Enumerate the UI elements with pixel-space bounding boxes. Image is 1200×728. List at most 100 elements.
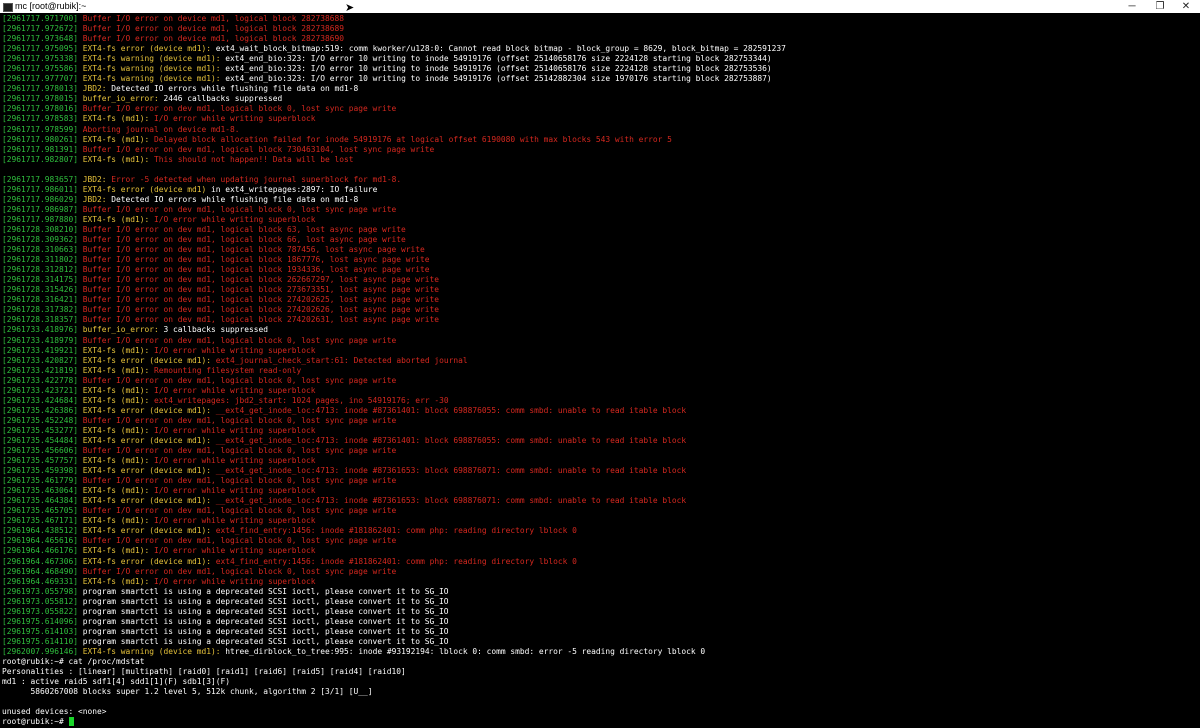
log-message-segment: program smartctl is using a deprecated S… (78, 586, 449, 596)
terminal-line: [2961717.972672] Buffer I/O error on dev… (2, 24, 1192, 34)
terminal-line: [2961728.316421] Buffer I/O error on dev… (2, 295, 1192, 305)
terminal-line: [2961733.418979] Buffer I/O error on dev… (2, 336, 1192, 346)
log-message-segment: buffer_io_error: (78, 94, 164, 104)
log-message-segment: I/O error while writing superblock (154, 576, 316, 586)
terminal-line: [2961717.978599] Aborting journal on dev… (2, 125, 1192, 135)
log-timestamp: [2961735.454484] (2, 435, 79, 445)
log-timestamp: [2961717.982807] (2, 154, 79, 164)
log-message-segment: I/O error while writing superblock (154, 214, 316, 224)
log-timestamp: [2962007.996146] (2, 646, 79, 656)
shell-prompt: root@rubik:~# (2, 717, 69, 727)
log-message-segment: ext4_end_bio:323: I/O error 10 writing t… (225, 64, 772, 74)
log-message-segment: JBD2: (78, 194, 112, 204)
log-message-segment: Buffer I/O error on dev md1, logical blo… (78, 235, 406, 245)
log-message-segment: I/O error while writing superblock (154, 516, 316, 526)
log-timestamp: [2961973.055798] (2, 586, 79, 596)
log-message-segment: Buffer I/O error on dev md1, logical blo… (78, 285, 440, 295)
log-timestamp: [2961717.977707] (2, 74, 79, 84)
log-message-segment: 5860267008 blocks super 1.2 level 5, 512… (2, 687, 373, 697)
terminal-line: [2961717.978013] JBD2: Detected IO error… (2, 84, 1192, 94)
terminal-line: [2961733.419921] EXT4-fs (md1): I/O erro… (2, 346, 1192, 356)
log-timestamp: [2961964.468490] (2, 566, 79, 576)
log-message-segment: I/O error while writing superblock (154, 385, 316, 395)
log-message-segment: 2446 callbacks suppressed (163, 94, 283, 104)
log-message-segment: 3 callbacks suppressed (163, 325, 269, 335)
log-timestamp: [2961717.978015] (2, 94, 79, 104)
log-timestamp: [2961717.980261] (2, 134, 79, 144)
terminal-line: [2961717.978016] Buffer I/O error on dev… (2, 104, 1192, 114)
log-message-segment: Buffer I/O error on dev md1, logical blo… (78, 295, 440, 305)
log-message-segment: Buffer I/O error on dev md1, logical blo… (78, 536, 397, 546)
log-message-segment: I/O error while writing superblock (154, 425, 316, 435)
log-message-segment: Buffer I/O error on dev md1, logical blo… (78, 224, 406, 234)
log-message-segment: __ext4_get_inode_loc:4713: inode #873616… (215, 496, 687, 506)
log-message-segment: EXT4-fs error (device md1) (78, 184, 212, 194)
log-timestamp: [2961975.614110] (2, 636, 79, 646)
terminal-output[interactable]: [2961717.971700] Buffer I/O error on dev… (2, 14, 1192, 728)
log-message-segment: ext4_find_entry:1456: inode #181862401: … (215, 556, 577, 566)
log-message-segment: Detected IO errors while flushing file d… (111, 84, 359, 94)
log-timestamp: [2961964.469331] (2, 576, 79, 586)
terminal-line: [2961964.466176] EXT4-fs (md1): I/O erro… (2, 546, 1192, 556)
log-message-segment: Remounting filesystem read-only (154, 365, 302, 375)
log-message-segment: EXT4-fs error (device md1): (78, 44, 216, 54)
log-message-segment: EXT4-fs warning (device md1): (78, 74, 226, 84)
terminal-line: [2961733.422778] Buffer I/O error on dev… (2, 376, 1192, 386)
terminal-line: [2961975.614103] program smartctl is usi… (2, 627, 1192, 637)
log-message-segment: EXT4-fs (md1): (78, 395, 155, 405)
terminal-line: [2961728.311802] Buffer I/O error on dev… (2, 255, 1192, 265)
terminal-line: [2961735.452248] Buffer I/O error on dev… (2, 416, 1192, 426)
terminal-line: [2961717.977707] EXT4-fs warning (device… (2, 74, 1192, 84)
log-message-segment: Buffer I/O error on dev md1, logical blo… (78, 144, 435, 154)
log-message-segment: EXT4-fs (md1): (78, 546, 155, 556)
terminal-line: [2961717.986987] Buffer I/O error on dev… (2, 205, 1192, 215)
log-timestamp: [2961728.308210] (2, 224, 79, 234)
terminal-line: [2961728.318357] Buffer I/O error on dev… (2, 315, 1192, 325)
log-timestamp: [2961735.457757] (2, 456, 79, 466)
terminal-scrollbar[interactable] (1192, 13, 1200, 728)
log-message-segment: Buffer I/O error on dev md1, logical blo… (78, 335, 397, 345)
terminal-line: [2961964.469331] EXT4-fs (md1): I/O erro… (2, 577, 1192, 587)
log-timestamp: [2961717.971700] (2, 14, 79, 23)
log-timestamp: [2961975.614096] (2, 616, 79, 626)
log-timestamp: [2961733.418976] (2, 325, 79, 335)
log-message-segment: I/O error while writing superblock (154, 546, 316, 556)
shell-prompt-line[interactable]: root@rubik:~# (2, 717, 1192, 727)
terminal-line: [2961728.312812] Buffer I/O error on dev… (2, 265, 1192, 275)
log-message-segment: buffer_io_error: (78, 325, 164, 335)
log-message-segment: ext4_find_entry:1456: inode #181862401: … (215, 526, 577, 536)
log-timestamp: [2961717.983657] (2, 174, 79, 184)
terminal-line: [2961733.424684] EXT4-fs (md1): ext4_wri… (2, 396, 1192, 406)
log-message-segment: Aborting journal on device md1-8. (78, 124, 240, 134)
log-message-segment: in ext4_writepages:2897: IO failure (211, 184, 378, 194)
log-message-segment: EXT4-fs error (device md1): (78, 496, 216, 506)
log-timestamp: [2961964.466176] (2, 546, 79, 556)
log-message-segment: ext4_end_bio:323: I/O error 10 writing t… (225, 54, 772, 64)
terminal-line: [2961964.438512] EXT4-fs error (device m… (2, 526, 1192, 536)
terminal-line: Personalities : [linear] [multipath] [ra… (2, 667, 1192, 677)
log-message-segment: EXT4-fs error (device md1): (78, 556, 216, 566)
log-message-segment: Buffer I/O error on dev md1, logical blo… (78, 375, 397, 385)
log-message-segment: Buffer I/O error on dev md1, logical blo… (78, 255, 430, 265)
log-timestamp: [2961717.975586] (2, 64, 79, 74)
window-titlebar[interactable]: mc [root@rubik]:~ ➤ ─ ❐ ✕ (0, 0, 1200, 14)
log-message-segment: __ext4_get_inode_loc:4713: inode #873616… (215, 466, 687, 476)
log-message-segment: Buffer I/O error on device md1, logical … (78, 34, 345, 44)
terminal-line: [2961973.055812] program smartctl is usi… (2, 597, 1192, 607)
log-timestamp: [2961735.452248] (2, 415, 79, 425)
log-timestamp: [2961728.311802] (2, 255, 79, 265)
terminal-line: [2961735.465705] Buffer I/O error on dev… (2, 506, 1192, 516)
log-message-segment: md1 : active raid5 sdf1[4] sdd1[1](F) sd… (2, 677, 231, 687)
log-message-segment: I/O error while writing superblock (154, 456, 316, 466)
close-button[interactable]: ✕ (1170, 0, 1200, 13)
terminal-line: [2961717.980261] EXT4-fs (md1): Delayed … (2, 135, 1192, 145)
log-timestamp: [2961733.424684] (2, 395, 79, 405)
log-message-segment: JBD2: (78, 174, 112, 184)
terminal-line: 5860267008 blocks super 1.2 level 5, 512… (2, 687, 1192, 697)
log-timestamp: [2961728.315426] (2, 285, 79, 295)
log-timestamp: [2961717.978599] (2, 124, 79, 134)
terminal-line: [2961728.308210] Buffer I/O error on dev… (2, 225, 1192, 235)
terminal-line: [2961733.420827] EXT4-fs error (device m… (2, 356, 1192, 366)
log-message-segment: program smartctl is using a deprecated S… (78, 606, 449, 616)
log-message-segment: EXT4-fs (md1): (78, 154, 155, 164)
